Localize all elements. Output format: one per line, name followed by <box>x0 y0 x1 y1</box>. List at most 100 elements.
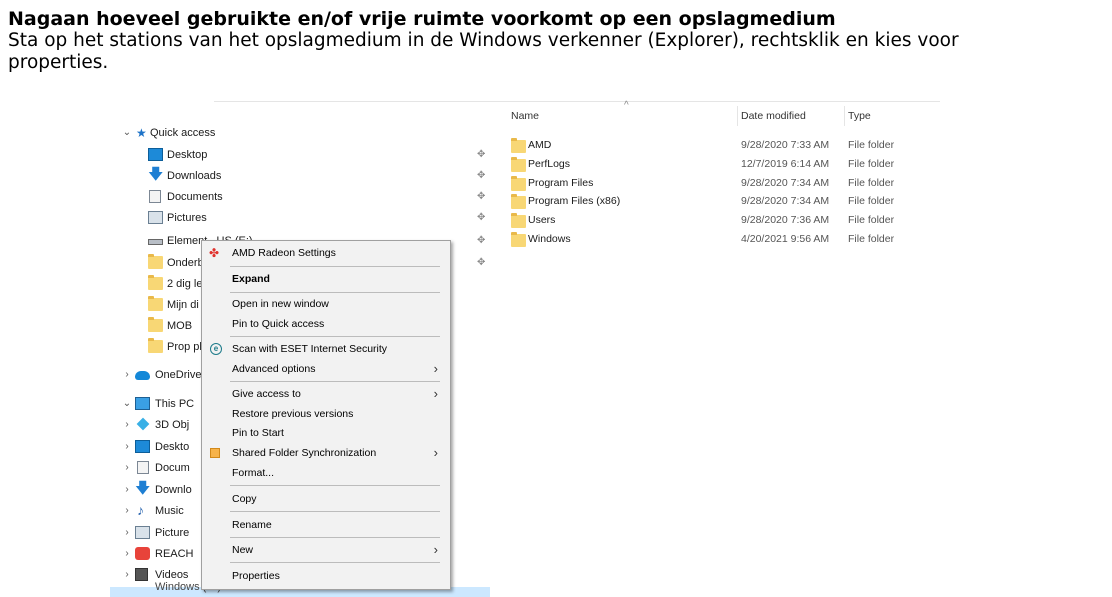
nav-label: REACH <box>155 548 194 560</box>
chevron-right-icon[interactable]: › <box>122 565 132 585</box>
nav-item-pictures[interactable]: Pictures ✥ <box>110 208 490 228</box>
pictures-icon <box>135 526 150 539</box>
file-name: AMD <box>528 139 552 151</box>
column-type[interactable]: Type <box>848 110 871 122</box>
chevron-right-icon[interactable]: › <box>122 365 132 385</box>
3d-objects-icon <box>136 417 150 431</box>
file-row[interactable]: PerfLogs 12/7/2019 6:14 AM File folder <box>502 155 940 174</box>
menu-item-copy[interactable]: Copy <box>202 489 450 509</box>
nav-label: Picture <box>155 527 190 539</box>
pictures-icon <box>148 211 163 224</box>
menu-item-new[interactable]: New › <box>202 540 450 560</box>
menu-label: Pin to Start <box>232 427 284 439</box>
menu-item-properties[interactable]: Properties <box>202 566 450 586</box>
folder-icon <box>511 138 526 153</box>
folder-icon <box>511 176 526 191</box>
chevron-right-icon: › <box>433 542 438 557</box>
nav-item-downloads[interactable]: 🡇 Downloads ✥ <box>110 166 490 186</box>
folder-icon <box>511 157 526 172</box>
document-icon <box>137 461 149 474</box>
menu-item-format[interactable]: Format... <box>202 463 450 483</box>
nav-label: Prop pl <box>167 341 202 353</box>
nav-label: 3D Obj <box>155 419 190 431</box>
menu-label: New <box>232 544 254 556</box>
chevron-down-icon[interactable]: ⌄ <box>122 394 132 414</box>
menu-item-expand[interactable]: Expand <box>202 269 450 289</box>
menu-label: AMD Radeon Settings <box>232 247 336 259</box>
file-type: File folder <box>848 214 895 226</box>
folder-icon <box>148 254 163 269</box>
nav-label: OneDrive <box>155 369 202 381</box>
chevron-right-icon[interactable]: › <box>122 480 132 500</box>
nav-label: MOB <box>167 320 193 332</box>
menu-label: Shared Folder Synchronization <box>232 447 377 459</box>
menu-item-give-access[interactable]: Give access to › <box>202 384 450 404</box>
explorer-screenshot: ⌄ ★ Quick access Desktop ✥ 🡇 Downloads ✥… <box>110 96 940 597</box>
pin-icon: ✥ <box>477 257 486 268</box>
column-date-modified[interactable]: Date modified <box>741 110 806 122</box>
nav-label: Desktop <box>167 149 208 161</box>
chevron-right-icon[interactable]: › <box>122 437 132 457</box>
file-row[interactable]: Users 9/28/2020 7:36 AM File folder <box>502 211 940 230</box>
folder-icon <box>148 338 163 353</box>
folder-icon <box>511 194 526 209</box>
file-row[interactable]: Program Files (x86) 9/28/2020 7:34 AM Fi… <box>502 192 940 211</box>
file-type: File folder <box>848 233 895 245</box>
nav-label: This PC <box>155 398 195 410</box>
chevron-down-icon[interactable]: ⌄ <box>122 123 132 143</box>
menu-item-rename[interactable]: Rename <box>202 515 450 535</box>
menu-item-amd-radeon[interactable]: ✤ AMD Radeon Settings <box>202 243 450 263</box>
nav-label: Downloads <box>167 170 222 182</box>
menu-item-pin-start[interactable]: Pin to Start <box>202 423 450 443</box>
chevron-right-icon: › <box>433 361 438 376</box>
nav-quick-access[interactable]: ⌄ ★ Quick access <box>110 123 490 143</box>
article-paragraph: Sta op het stations van het opslagmedium… <box>8 30 959 73</box>
context-menu: ✤ AMD Radeon Settings Expand Open in new… <box>201 240 451 590</box>
menu-item-open-new-window[interactable]: Open in new window <box>202 294 450 314</box>
file-date: 9/28/2020 7:34 AM <box>741 177 830 189</box>
nav-label: Deskto <box>155 441 190 453</box>
column-name[interactable]: Name <box>511 110 539 122</box>
file-name: PerfLogs <box>528 158 571 170</box>
menu-separator <box>230 511 440 512</box>
folder-icon <box>511 213 526 228</box>
file-type: File folder <box>848 139 895 151</box>
document-icon <box>149 190 161 203</box>
file-row[interactable]: Program Files 9/28/2020 7:34 AM File fol… <box>502 174 940 193</box>
chevron-right-icon[interactable]: › <box>122 501 132 521</box>
chevron-right-icon[interactable]: › <box>122 458 132 478</box>
nav-label: 2 dig le <box>167 278 203 290</box>
menu-item-eset-scan[interactable]: e Scan with ESET Internet Security <box>202 339 450 359</box>
chevron-right-icon: › <box>433 445 438 460</box>
file-type: File folder <box>848 177 895 189</box>
file-date: 4/20/2021 9:56 AM <box>741 233 830 245</box>
folder-icon <box>148 275 163 290</box>
column-divider[interactable] <box>844 106 845 126</box>
menu-separator <box>230 266 440 267</box>
file-row[interactable]: AMD 9/28/2020 7:33 AM File folder <box>502 136 940 155</box>
chevron-right-icon[interactable]: › <box>122 523 132 543</box>
videos-icon <box>135 568 148 581</box>
menu-label: Rename <box>232 519 272 531</box>
file-row[interactable]: Windows 4/20/2021 9:56 AM File folder <box>502 230 940 249</box>
pin-icon: ✥ <box>477 235 486 246</box>
pin-icon: ✥ <box>477 149 486 160</box>
file-name: Program Files <box>528 177 594 189</box>
nav-label: Quick access <box>150 127 216 139</box>
menu-item-pin-quick-access[interactable]: Pin to Quick access <box>202 314 450 334</box>
menu-label: Advanced options <box>232 363 316 375</box>
menu-item-restore-versions[interactable]: Restore previous versions <box>202 404 450 424</box>
menu-separator <box>230 336 440 337</box>
download-arrow-icon: 🡇 <box>135 480 151 497</box>
menu-item-shared-folder-sync[interactable]: Shared Folder Synchronization › <box>202 443 450 463</box>
nav-label: Documents <box>167 191 223 203</box>
nav-item-desktop[interactable]: Desktop ✥ <box>110 145 490 165</box>
nav-item-documents[interactable]: Documents ✥ <box>110 187 490 207</box>
menu-label: Give access to <box>232 388 301 400</box>
menu-item-advanced-options[interactable]: Advanced options › <box>202 359 450 379</box>
nav-label: Music <box>155 505 184 517</box>
column-divider[interactable] <box>737 106 738 126</box>
file-date: 9/28/2020 7:33 AM <box>741 139 830 151</box>
chevron-right-icon[interactable]: › <box>122 544 132 564</box>
chevron-right-icon[interactable]: › <box>122 415 132 435</box>
